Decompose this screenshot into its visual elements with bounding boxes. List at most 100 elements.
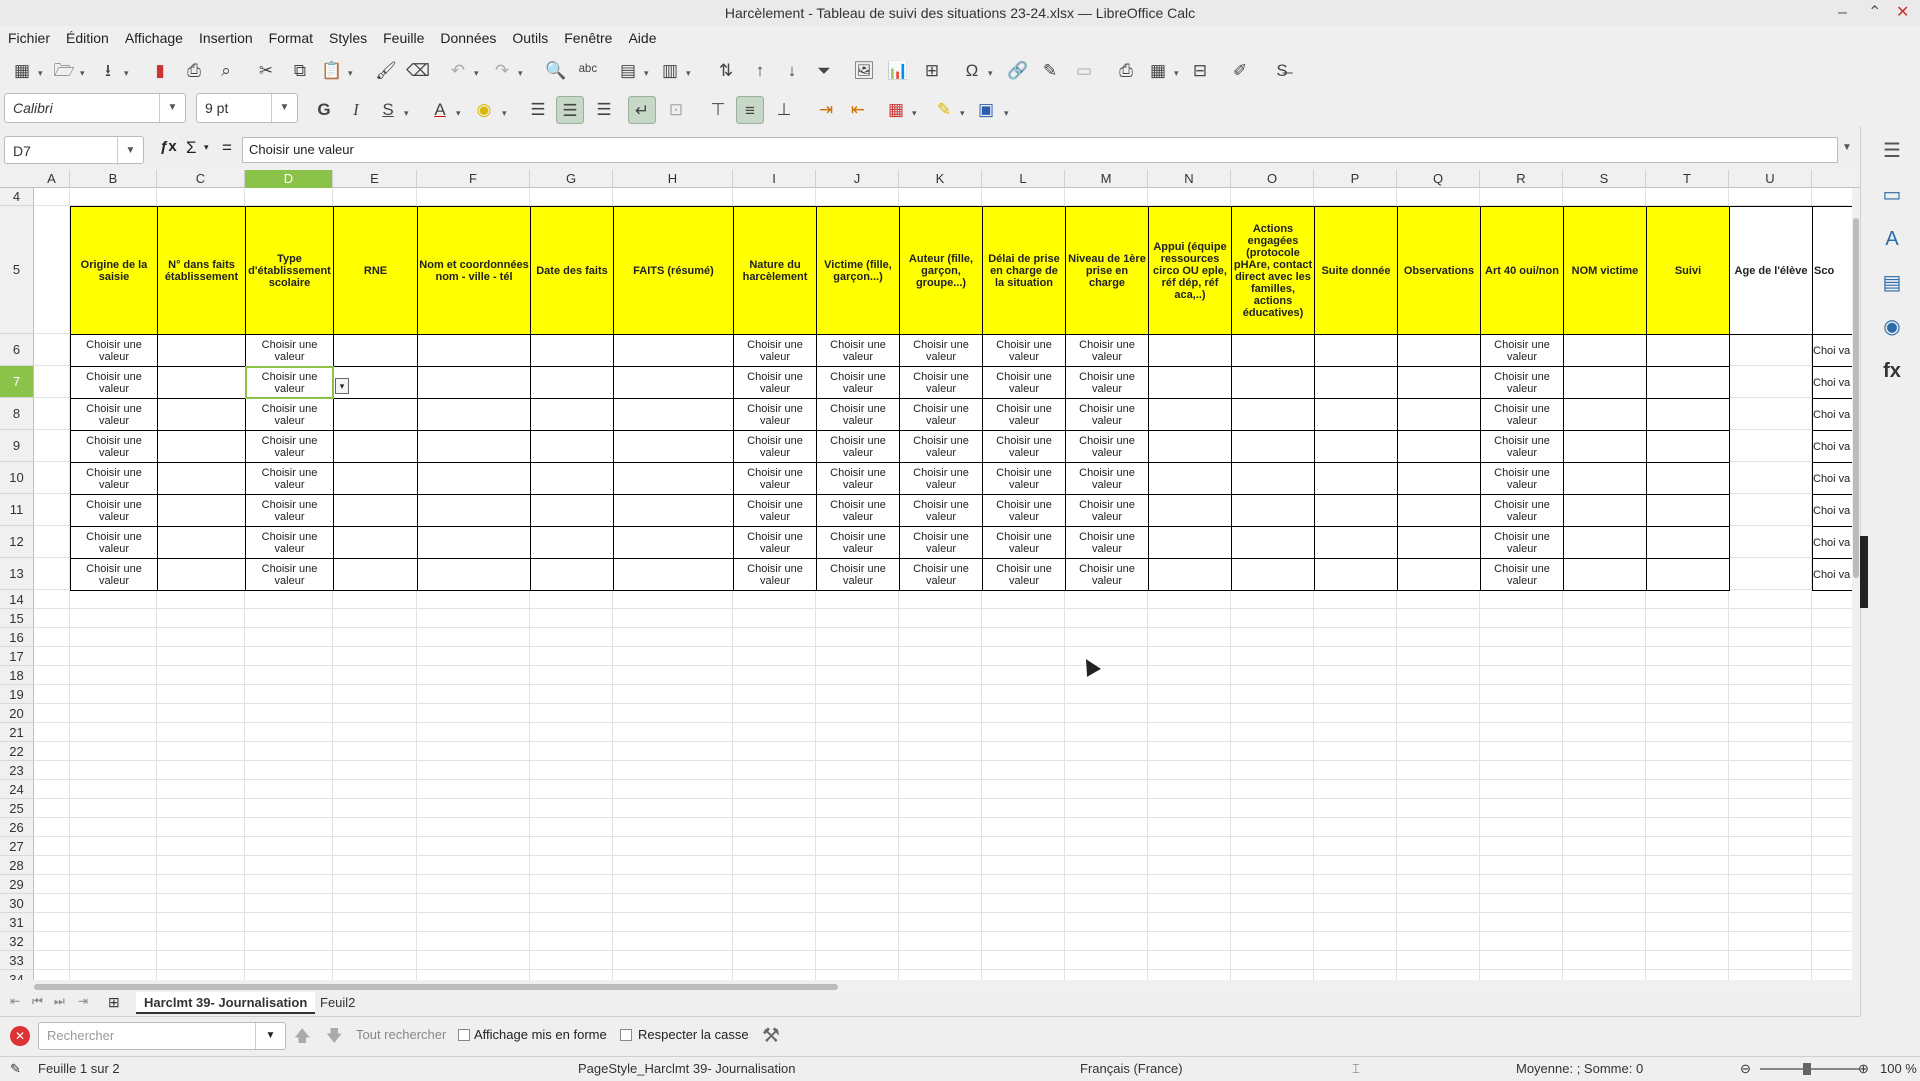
functions-icon[interactable]: fx [1879, 358, 1905, 384]
cell-q10[interactable] [1397, 462, 1481, 495]
cell-h6[interactable] [613, 334, 734, 367]
chevron-down-icon[interactable]: ▼ [255, 1023, 285, 1049]
styles-icon[interactable]: A [1879, 226, 1905, 252]
column-header-g[interactable]: G [530, 170, 613, 188]
cell-k9[interactable]: Choisir une valeur [899, 430, 983, 463]
cell-q12[interactable] [1397, 526, 1481, 559]
autofilter-icon[interactable]: ⏷ [810, 57, 838, 85]
match-case-checkbox[interactable] [620, 1029, 632, 1041]
cell-l13[interactable]: Choisir une valeur [982, 558, 1066, 591]
menu-item-1[interactable]: Édition [58, 26, 117, 50]
row-header-31[interactable]: 31 [0, 913, 34, 932]
undo-icon[interactable]: ↶ [444, 57, 472, 85]
header-cell-h[interactable]: FAITS (résumé) [613, 206, 734, 335]
header-cell-c[interactable]: N° dans faits établissement [157, 206, 246, 335]
cell-p10[interactable] [1314, 462, 1398, 495]
redo-icon[interactable]: ↷ [488, 57, 516, 85]
find-next-icon[interactable]: 🡇 [326, 1025, 342, 1052]
italic-icon[interactable]: I [342, 96, 370, 124]
header-cell-r[interactable]: Art 40 oui/non [1480, 206, 1564, 335]
column-header-s[interactable]: S [1563, 170, 1646, 188]
cell-h12[interactable] [613, 526, 734, 559]
cell-g8[interactable] [530, 398, 614, 431]
cell-t12[interactable] [1646, 526, 1730, 559]
cell-e9[interactable] [333, 430, 418, 463]
row-header-20[interactable]: 20 [0, 704, 34, 723]
column-header-q[interactable]: Q [1397, 170, 1480, 188]
cell-m6[interactable]: Choisir une valeur [1065, 334, 1149, 367]
column-icon[interactable]: ▥ [656, 57, 684, 85]
find-replace-icon[interactable]: 🔍 [542, 57, 570, 85]
column-header-t[interactable]: T [1646, 170, 1729, 188]
cell-f10[interactable] [417, 462, 531, 495]
row-header-11[interactable]: 11 [0, 494, 34, 526]
column-header-b[interactable]: B [70, 170, 157, 188]
row-header-24[interactable]: 24 [0, 780, 34, 799]
header-cell-d[interactable]: Type d'établissement scolaire [245, 206, 334, 335]
cell-l6[interactable]: Choisir une valeur [982, 334, 1066, 367]
cell-s8[interactable] [1563, 398, 1647, 431]
column-header-c[interactable]: C [157, 170, 245, 188]
show-draw-functions-icon[interactable]: ✐ [1226, 57, 1254, 85]
chevron-down-icon[interactable]: ▾ [644, 68, 649, 79]
cell-j6[interactable]: Choisir une valeur [816, 334, 900, 367]
save-icon[interactable]: ⭳ [94, 57, 122, 85]
header-footer-icon[interactable]: ▭ [1070, 57, 1098, 85]
header-cell-k[interactable]: Auteur (fille, garçon, groupe...) [899, 206, 983, 335]
header-cell-t[interactable]: Suivi [1646, 206, 1730, 335]
cell-f13[interactable] [417, 558, 531, 591]
cell-m9[interactable]: Choisir une valeur [1065, 430, 1149, 463]
new-document-icon[interactable]: ▦ [8, 57, 36, 85]
insert-image-icon[interactable]: 🖼 [850, 57, 878, 85]
cell-b11[interactable]: Choisir une valeur [70, 494, 158, 527]
cell-m7[interactable]: Choisir une valeur [1065, 366, 1149, 399]
cell-i10[interactable]: Choisir une valeur [733, 462, 817, 495]
column-header-n[interactable]: N [1148, 170, 1231, 188]
cell-c6[interactable] [157, 334, 246, 367]
next-sheet-icon[interactable]: ⏭ [54, 994, 65, 1009]
chevron-down-icon[interactable]: ▾ [1174, 68, 1179, 79]
scrollbar-thumb[interactable] [1853, 218, 1859, 578]
cell-n6[interactable] [1148, 334, 1232, 367]
cell-h10[interactable] [613, 462, 734, 495]
border-color-icon[interactable]: ▣ [972, 96, 1000, 124]
cell-t8[interactable] [1646, 398, 1730, 431]
cell-n11[interactable] [1148, 494, 1232, 527]
cell-c12[interactable] [157, 526, 246, 559]
cell-l8[interactable]: Choisir une valeur [982, 398, 1066, 431]
row-header-8[interactable]: 8 [0, 398, 34, 430]
cell-m12[interactable]: Choisir une valeur [1065, 526, 1149, 559]
cell-r12[interactable]: Choisir une valeur [1480, 526, 1564, 559]
row-header-16[interactable]: 16 [0, 628, 34, 647]
row-header-7[interactable]: 7 [0, 366, 34, 398]
row-header-14[interactable]: 14 [0, 590, 34, 609]
sidebar-collapse-handle[interactable] [1860, 536, 1868, 608]
pivot-table-icon[interactable]: ⊞ [918, 57, 946, 85]
find-replace-icon[interactable]: ⚒ [762, 1023, 780, 1048]
find-all-button[interactable]: Tout rechercher [356, 1027, 446, 1042]
cell-t10[interactable] [1646, 462, 1730, 495]
cell-s7[interactable] [1563, 366, 1647, 399]
cell-g11[interactable] [530, 494, 614, 527]
cell-o7[interactable] [1231, 366, 1315, 399]
row-header-17[interactable]: 17 [0, 647, 34, 666]
cell-q8[interactable] [1397, 398, 1481, 431]
cell-g6[interactable] [530, 334, 614, 367]
cell-r7[interactable]: Choisir une valeur [1480, 366, 1564, 399]
bold-icon[interactable]: G [310, 96, 338, 124]
cell-t11[interactable] [1646, 494, 1730, 527]
cell-f8[interactable] [417, 398, 531, 431]
formula-input[interactable]: Choisir une valeur [242, 137, 1838, 163]
chevron-down-icon[interactable]: ▾ [912, 108, 917, 119]
doc-modified-icon[interactable]: ✎ [10, 1057, 21, 1081]
chevron-down-icon[interactable]: ▾ [988, 68, 993, 79]
cell-d13[interactable]: Choisir une valeur [245, 558, 334, 591]
chevron-down-icon[interactable]: ▼ [159, 94, 185, 122]
cell-p13[interactable] [1314, 558, 1398, 591]
sum-icon[interactable]: Σ [186, 138, 197, 158]
cell-e10[interactable] [333, 462, 418, 495]
cell-c8[interactable] [157, 398, 246, 431]
cell-f12[interactable] [417, 526, 531, 559]
sort-icon[interactable]: ⇅ [712, 57, 740, 85]
cell-h9[interactable] [613, 430, 734, 463]
